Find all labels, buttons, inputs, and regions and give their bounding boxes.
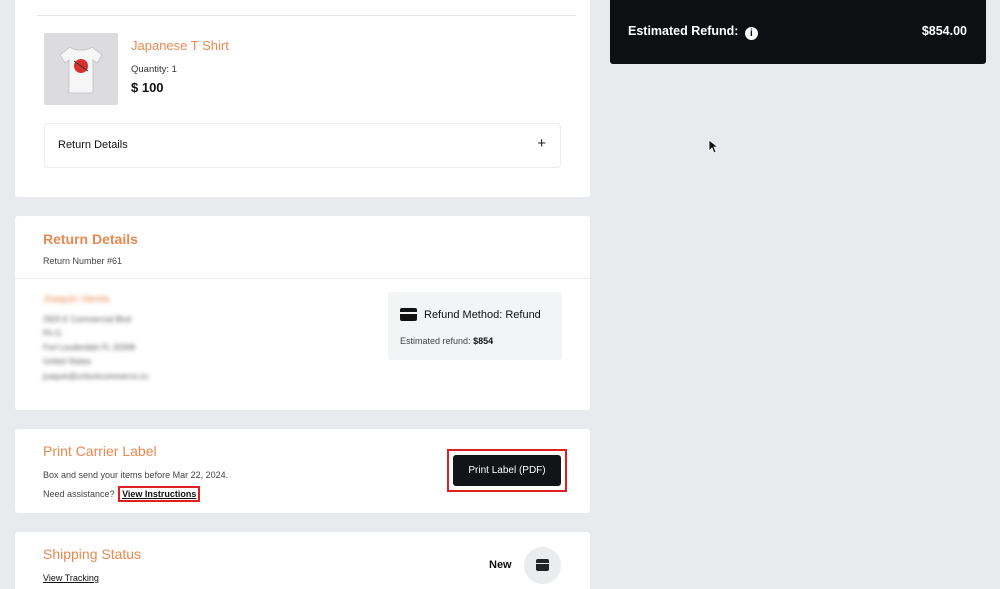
product-card: Japanese T Shirt Quantity: 1 $ 100 Retur…	[15, 0, 590, 197]
estimated-refund-label: Estimated refund:	[400, 336, 471, 346]
divider	[15, 278, 590, 279]
shipping-status-card: Shipping Status View Tracking New	[15, 532, 590, 589]
view-instructions-link[interactable]: View Instructions	[118, 486, 201, 502]
product-name[interactable]: Japanese T Shirt	[131, 38, 229, 53]
mouse-cursor-icon	[708, 139, 718, 154]
assistance-prefix: Need assistance?	[43, 489, 115, 499]
assistance-row: Need assistance? View Instructions	[43, 486, 201, 502]
estimated-refund-row: Estimated refund: $854	[400, 336, 493, 346]
print-carrier-label-card: Print Carrier Label Box and send your it…	[15, 429, 590, 513]
info-icon[interactable]: i	[744, 27, 758, 40]
tshirt-icon	[59, 46, 103, 94]
ship-before-note: Box and send your items before Mar 22, 2…	[43, 470, 229, 480]
status-icon-circle	[524, 547, 561, 584]
shipping-status-title: Shipping Status	[43, 546, 142, 562]
product-quantity: Quantity: 1	[131, 64, 177, 75]
summary-label-row: Estimated Refund: i	[628, 24, 758, 40]
refund-summary-panel: Estimated Refund: i $854.00	[610, 0, 986, 64]
print-label-highlight: Print Label (PDF)	[447, 449, 567, 492]
return-details-accordion[interactable]: Return Details +	[44, 123, 561, 168]
return-number: Return Number #61	[43, 256, 123, 266]
return-details-title: Return Details	[43, 231, 138, 247]
view-tracking-link[interactable]: View Tracking	[43, 573, 99, 583]
divider	[37, 15, 576, 16]
refund-method: Refund Method: Refund	[424, 309, 541, 321]
shipping-status-value: New	[489, 559, 512, 571]
print-label-button[interactable]: Print Label (PDF)	[453, 455, 561, 486]
estimated-refund-value: $854	[473, 336, 494, 346]
print-carrier-label-title: Print Carrier Label	[43, 443, 157, 459]
refund-method-box: Refund Method: Refund Estimated refund: …	[388, 292, 562, 360]
product-price: $ 100	[131, 80, 164, 95]
address-email: joaquin@unlockcommerce.co	[43, 372, 149, 381]
summary-refund-value: $854.00	[921, 24, 967, 38]
summary-label: Estimated Refund:	[628, 24, 739, 38]
return-details-accordion-label: Return Details	[58, 139, 128, 151]
return-details-card: Return Details Return Number #61 Joaquin…	[15, 216, 590, 410]
customer-name: Joaquin Varela	[43, 294, 109, 305]
address-line: 2925 E Commercial Blvd	[43, 315, 132, 324]
product-thumbnail[interactable]	[44, 33, 118, 105]
address-line: United States	[43, 357, 92, 366]
address-line: Fort Lauderdale FL 33308	[43, 343, 136, 352]
address-line: Ph G	[43, 329, 62, 338]
credit-card-icon	[400, 308, 417, 321]
box-icon	[536, 559, 549, 571]
plus-icon[interactable]: +	[537, 135, 546, 152]
